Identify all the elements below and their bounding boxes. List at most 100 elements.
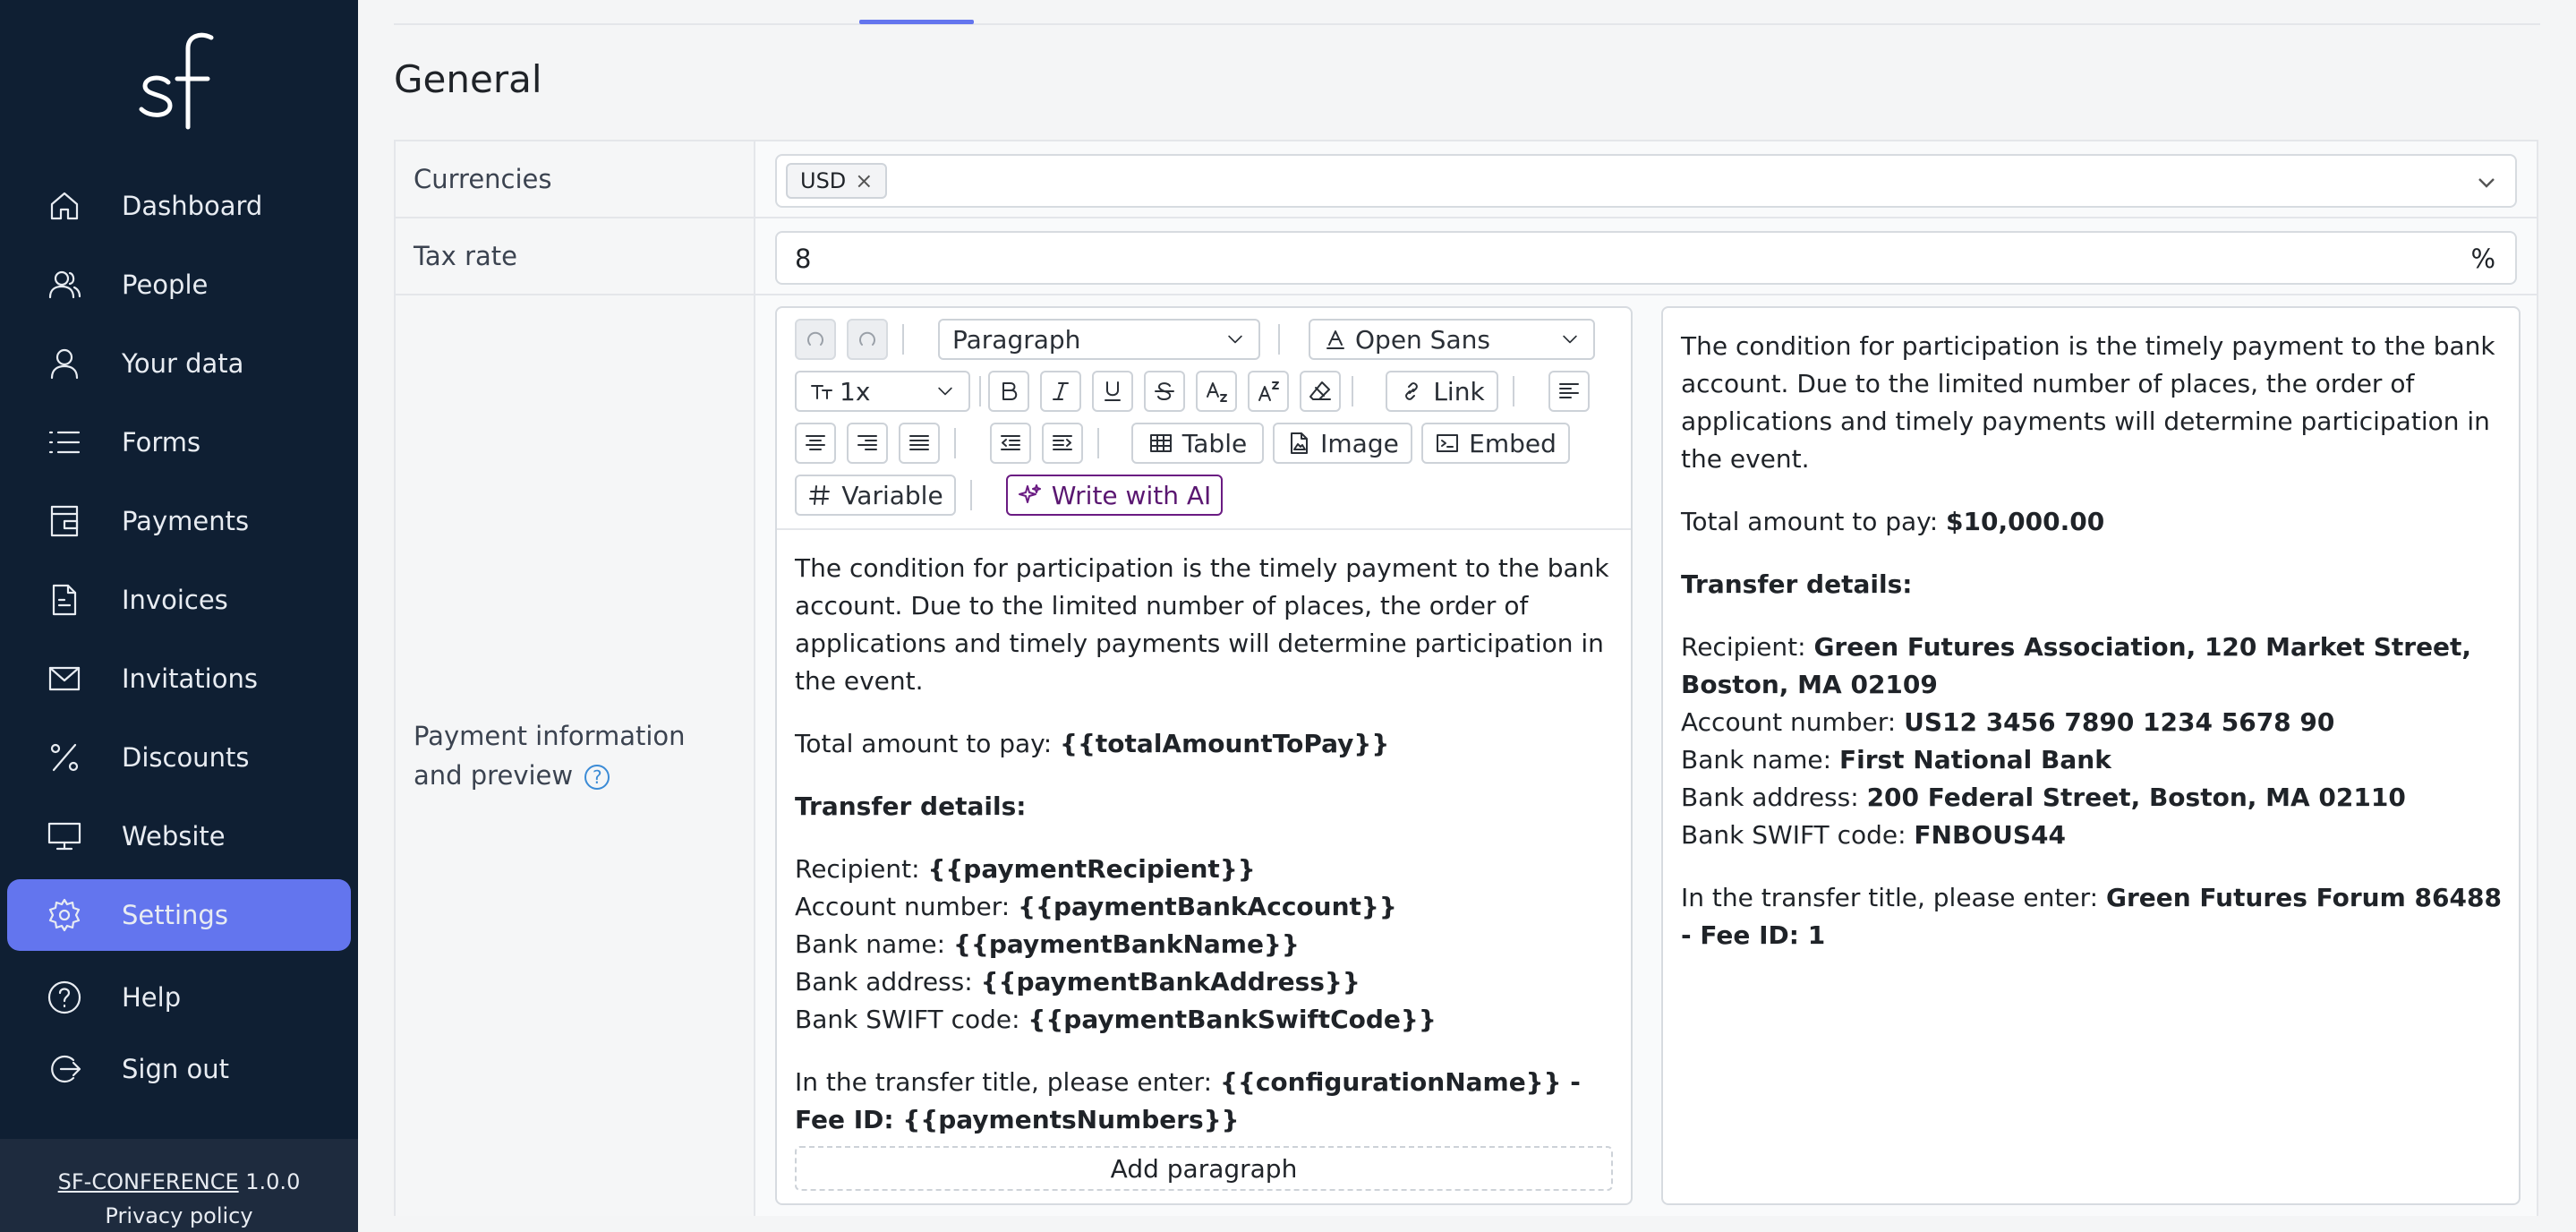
align-justify-button[interactable] [899, 423, 940, 464]
undo-icon [807, 331, 823, 346]
percent-icon [47, 740, 82, 775]
tax-rate-input[interactable] [795, 244, 2406, 274]
italic-button[interactable] [1040, 371, 1081, 412]
editor-total-paragraph: Total amount to pay: {{totalAmountToPay}… [795, 729, 1390, 758]
sidebar-item-label: Forms [122, 427, 201, 458]
sidebar-item-label: People [122, 270, 209, 300]
tab-bar [394, 0, 2540, 25]
table-button[interactable]: Table [1131, 423, 1264, 464]
sidebar-item-people[interactable]: People [7, 249, 351, 321]
image-button[interactable]: Image [1273, 423, 1412, 464]
remove-chip-icon[interactable]: × [855, 168, 873, 193]
list-icon [47, 424, 82, 460]
superscript-icon [1258, 381, 1279, 401]
sidebar-item-label: Your data [122, 348, 244, 379]
add-paragraph-button[interactable]: Add paragraph [795, 1146, 1613, 1191]
tax-rate-label: Tax rate [396, 218, 755, 294]
sidebar-item-label: Sign out [122, 1054, 229, 1084]
sidebar-item-payments[interactable]: Payments [7, 485, 351, 557]
italic-icon [1053, 382, 1069, 400]
underline-icon [1105, 381, 1121, 401]
preview-intro-paragraph: The condition for participation is the t… [1681, 331, 2495, 474]
chevron-down-icon[interactable] [2474, 170, 2499, 195]
preview-details-paragraph: Recipient: Green Futures Association, 12… [1681, 632, 2472, 850]
sidebar-item-your-data[interactable]: Your data [7, 328, 351, 399]
superscript-button[interactable] [1248, 371, 1289, 412]
active-tab-indicator [859, 20, 974, 24]
sidebar-item-forms[interactable]: Forms [7, 406, 351, 478]
document-icon [47, 582, 82, 618]
currencies-label: Currencies [396, 141, 755, 217]
redo-button[interactable] [847, 319, 888, 360]
sidebar-item-help[interactable]: Help [7, 965, 351, 1030]
table-icon [1149, 434, 1172, 452]
editor-transfer-heading: Transfer details: [795, 791, 1027, 821]
people-icon [47, 267, 82, 303]
sidebar-item-invitations[interactable]: Invitations [7, 643, 351, 714]
embed-button-label: Embed [1469, 428, 1557, 458]
home-icon [47, 188, 82, 224]
link-button[interactable]: Link [1386, 371, 1498, 412]
editor-title-paragraph: In the transfer title, please enter: {{c… [795, 1067, 1581, 1134]
sidebar-item-label: Dashboard [122, 191, 263, 221]
embed-button[interactable]: Embed [1421, 423, 1570, 464]
subscript-button[interactable] [1196, 371, 1237, 412]
align-center-icon [806, 435, 825, 450]
write-with-ai-button[interactable]: Write with AI [1006, 475, 1223, 516]
chevron-down-icon [1563, 335, 1577, 344]
sidebar-item-website[interactable]: Website [7, 800, 351, 872]
sidebar-item-settings[interactable]: Settings [7, 879, 351, 951]
font-icon [1326, 330, 1344, 349]
sidebar-item-discounts[interactable]: Discounts [7, 722, 351, 793]
main-content: General Currencies USD × Tax rate 8 % Pa… [358, 0, 2576, 1232]
editor-content[interactable]: The condition for participation is the t… [795, 550, 1618, 1164]
sidebar-item-dashboard[interactable]: Dashboard [7, 170, 351, 242]
outdent-button[interactable] [990, 423, 1031, 464]
sidebar-item-label: Invoices [122, 585, 228, 615]
variable-bank-account: {{paymentBankAccount}} [1018, 892, 1397, 921]
link-icon [1405, 382, 1419, 400]
font-family-select[interactable]: Open Sans [1309, 319, 1595, 360]
sidebar-item-invoices[interactable]: Invoices [7, 564, 351, 636]
block-format-select[interactable]: Paragraph [938, 319, 1260, 360]
sidebar-item-label: Discounts [122, 742, 250, 773]
bold-button[interactable] [988, 371, 1029, 412]
mail-icon [47, 661, 82, 697]
sign-out-icon [47, 1051, 82, 1087]
payment-preview: The condition for participation is the t… [1661, 306, 2521, 1205]
align-center-button[interactable] [795, 423, 836, 464]
page-title: General [394, 57, 542, 101]
tax-rate-field: % [775, 231, 2517, 285]
app-logo[interactable] [134, 27, 224, 134]
percent-suffix: % [2470, 244, 2495, 274]
font-size-value: 1x [840, 376, 871, 406]
outdent-icon [1001, 435, 1020, 450]
align-left-button[interactable] [1548, 371, 1590, 412]
chevron-down-icon [1228, 335, 1242, 344]
variable-bank-address: {{paymentBankAddress}} [980, 967, 1361, 997]
chevron-down-icon [938, 387, 952, 396]
user-icon [47, 346, 82, 381]
payment-row: Payment information and preview ? Paragr… [396, 295, 2537, 1216]
privacy-policy-link[interactable]: Privacy policy [0, 1203, 358, 1228]
variable-bank-name: {{paymentBankName}} [952, 929, 1300, 959]
undo-button[interactable] [795, 319, 836, 360]
image-icon [1291, 432, 1309, 454]
sidebar-item-sign-out[interactable]: Sign out [7, 1037, 351, 1101]
font-size-select[interactable]: 1x [795, 371, 970, 412]
eraser-icon [1309, 381, 1331, 400]
indent-button[interactable] [1042, 423, 1083, 464]
sidebar-item-label: Website [122, 821, 226, 851]
variable-button[interactable]: Variable [795, 475, 956, 516]
clear-format-button[interactable] [1300, 371, 1341, 412]
help-circle-icon[interactable]: ? [584, 765, 610, 790]
sidebar-item-label: Help [122, 982, 182, 1013]
align-right-button[interactable] [847, 423, 888, 464]
strikethrough-button[interactable] [1144, 371, 1185, 412]
app-name-link[interactable]: SF-CONFERENCE [58, 1169, 239, 1194]
currencies-select[interactable]: USD × [775, 154, 2517, 208]
underline-button[interactable] [1092, 371, 1133, 412]
subscript-icon [1207, 382, 1227, 402]
editor-intro-paragraph: The condition for participation is the t… [795, 553, 1609, 696]
align-right-icon [857, 435, 877, 450]
